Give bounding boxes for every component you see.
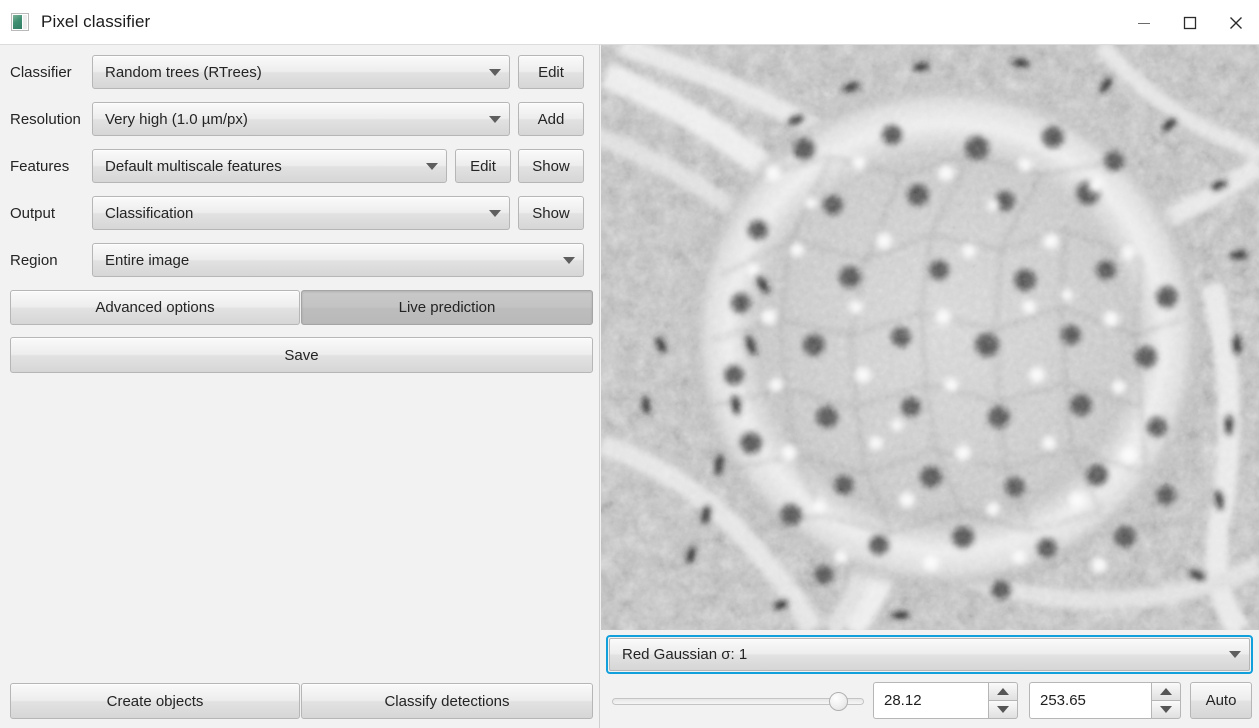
- chevron-down-icon: [1229, 651, 1241, 658]
- minimize-button[interactable]: [1121, 0, 1167, 45]
- chevron-down-icon: [489, 115, 501, 123]
- maximize-icon: [1183, 16, 1197, 29]
- display-channel-value: Red Gaussian σ: 1: [622, 646, 748, 663]
- resolution-combo-value: Very high (1.0 µm/px): [105, 110, 248, 128]
- maximize-button[interactable]: [1167, 0, 1213, 45]
- triangle-down-icon: [997, 706, 1009, 713]
- min-spinner-up-button[interactable]: [988, 682, 1018, 700]
- max-spinner-down-button[interactable]: [1151, 700, 1181, 719]
- minimize-icon: [1138, 22, 1150, 24]
- classifier-edit-button[interactable]: Edit: [518, 55, 584, 89]
- max-display-spinner[interactable]: 253.65: [1029, 682, 1181, 719]
- features-combo-value: Default multiscale features: [105, 157, 282, 175]
- display-channel-combo-focus-ring: Red Gaussian σ: 1: [606, 635, 1253, 674]
- chevron-down-icon: [489, 209, 501, 217]
- settings-panel: Classifier Random trees (RTrees) Edit Re…: [0, 45, 600, 728]
- classifier-combo-value: Random trees (RTrees): [105, 63, 262, 81]
- label-classifier: Classifier: [10, 63, 72, 81]
- triangle-up-icon: [1160, 688, 1172, 695]
- resolution-combo[interactable]: Very high (1.0 µm/px): [92, 102, 510, 136]
- slider-track: [612, 698, 864, 705]
- pixel-classifier-icon: [11, 13, 29, 31]
- pixel-classifier-window: Pixel classifier Classifier Random trees…: [0, 0, 1259, 728]
- min-spinner-down-button[interactable]: [988, 700, 1018, 719]
- image-viewer[interactable]: [601, 45, 1259, 630]
- chevron-down-icon: [426, 162, 438, 170]
- max-spinner-buttons: [1151, 682, 1181, 719]
- display-channel-combo[interactable]: Red Gaussian σ: 1: [609, 638, 1250, 671]
- resolution-add-button[interactable]: Add: [518, 102, 584, 136]
- row-resolution: Resolution Very high (1.0 µm/px) Add: [0, 102, 600, 136]
- max-spinner-up-button[interactable]: [1151, 682, 1181, 700]
- classify-detections-button[interactable]: Classify detections: [301, 683, 593, 719]
- row-output: Output Classification Show: [0, 196, 600, 230]
- slider-thumb[interactable]: [829, 692, 848, 711]
- advanced-options-button[interactable]: Advanced options: [10, 290, 300, 325]
- row-classifier: Classifier Random trees (RTrees) Edit: [0, 55, 600, 89]
- live-prediction-button[interactable]: Live prediction: [301, 290, 593, 325]
- region-combo[interactable]: Entire image: [92, 243, 584, 277]
- chevron-down-icon: [489, 68, 501, 76]
- min-display-spinner[interactable]: 28.12: [873, 682, 1018, 719]
- label-output: Output: [10, 204, 56, 222]
- min-spinner-buttons: [988, 682, 1018, 719]
- label-features: Features: [10, 157, 70, 175]
- display-range-slider[interactable]: [612, 692, 864, 711]
- close-icon: [1230, 16, 1242, 29]
- triangle-down-icon: [1160, 706, 1172, 713]
- auto-button[interactable]: Auto: [1190, 682, 1252, 719]
- label-region: Region: [10, 251, 58, 269]
- triangle-up-icon: [997, 688, 1009, 695]
- close-button[interactable]: [1213, 0, 1259, 45]
- window-title: Pixel classifier: [41, 12, 151, 31]
- save-button[interactable]: Save: [10, 337, 593, 373]
- output-combo[interactable]: Classification: [92, 196, 510, 230]
- row-features: Features Default multiscale features Edi…: [0, 149, 600, 183]
- classifier-combo[interactable]: Random trees (RTrees): [92, 55, 510, 89]
- chevron-down-icon: [563, 256, 575, 264]
- max-display-value[interactable]: 253.65: [1029, 682, 1151, 719]
- histology-image: [601, 45, 1259, 630]
- min-display-value[interactable]: 28.12: [873, 682, 988, 719]
- output-show-button[interactable]: Show: [518, 196, 584, 230]
- create-objects-button[interactable]: Create objects: [10, 683, 300, 719]
- features-show-button[interactable]: Show: [518, 149, 584, 183]
- window-controls: [1121, 0, 1259, 45]
- title-bar: Pixel classifier: [0, 0, 1259, 45]
- features-combo[interactable]: Default multiscale features: [92, 149, 447, 183]
- region-combo-value: Entire image: [105, 251, 190, 269]
- features-edit-button[interactable]: Edit: [455, 149, 511, 183]
- row-region: Region Entire image: [0, 243, 600, 277]
- label-resolution: Resolution: [10, 110, 81, 128]
- output-combo-value: Classification: [105, 204, 194, 222]
